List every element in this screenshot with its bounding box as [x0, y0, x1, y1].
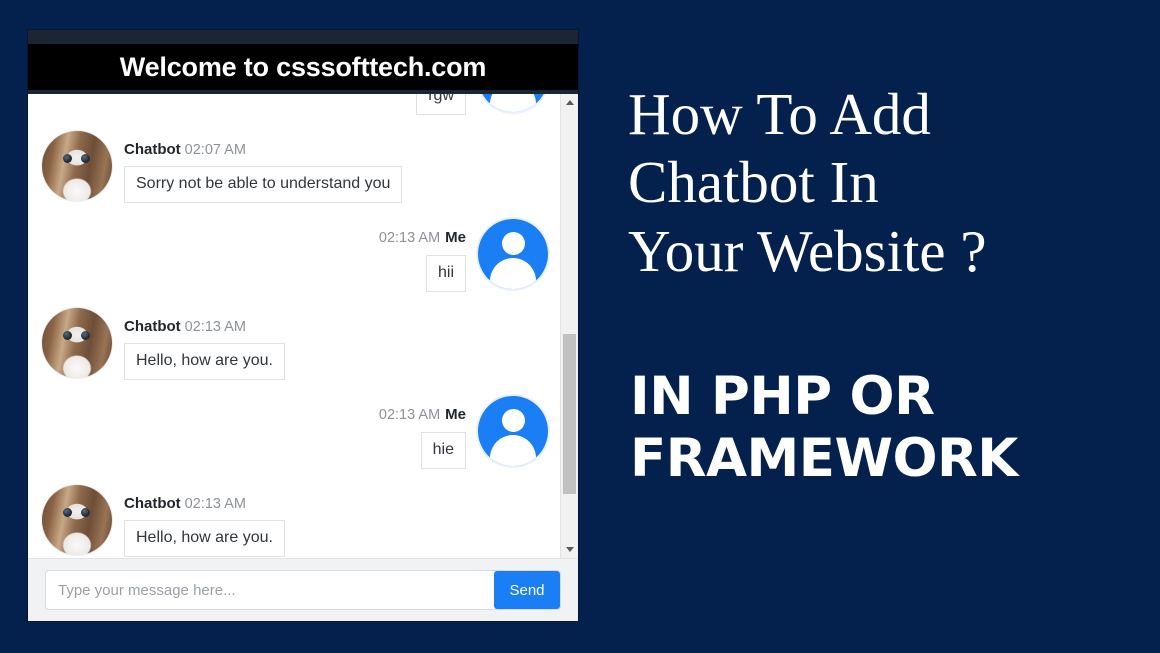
message-meta: Chatbot 02:07 AM [124, 142, 402, 158]
message-bubble: Sorry not be able to understand you [124, 166, 403, 203]
message-row: Chatbot 02:13 AM Hello, how are you. [42, 307, 548, 380]
message-time: 02:13 AM [378, 230, 441, 246]
user-avatar-icon [478, 94, 548, 112]
message-list-scrollbar[interactable] [560, 94, 578, 558]
promo-title-line-1: How To Add [628, 81, 931, 147]
robot-avatar-icon [42, 484, 112, 555]
message-list: rgw Chatbot 02:07 AM Sorry not be able to… [28, 94, 560, 558]
promo-title-line-3: Your Website ? [628, 217, 987, 284]
message-content: Chatbot 02:13 AM Hello, how are you. [124, 308, 285, 380]
chevron-down-icon[interactable] [561, 541, 578, 558]
message-bubble: rgw [416, 94, 466, 115]
message-author: Me [445, 406, 466, 423]
message-row: Chatbot 02:07 AM Sorry not be able to und… [42, 130, 548, 203]
send-button[interactable]: Send [494, 571, 560, 609]
message-time: 02:13 AM [184, 495, 246, 512]
user-avatar-icon [478, 396, 548, 466]
message-content: Chatbot 02:13 AM Hello, how are you. [124, 485, 285, 557]
chat-header-title: Welcome to csssofttech.com [119, 51, 487, 82]
message-meta: Chatbot 02:13 AM [124, 496, 285, 512]
promo-title-line-2: Chatbot In [628, 149, 879, 216]
message-row: rgw [42, 94, 548, 115]
message-row: Chatbot 02:13 AM Hello, how are you. [42, 484, 548, 557]
message-content: 02:13 AM Me hie [379, 396, 466, 469]
message-time: 02:07 AM [184, 141, 246, 158]
message-time: 02:13 AM [184, 318, 246, 335]
message-content: Chatbot 02:07 AM Sorry not be able to und… [124, 131, 403, 203]
message-row: 02:13 AM Me hie [42, 396, 548, 469]
chat-widget: Welcome to csssofttech.com rgw Chatbot 0… [28, 30, 578, 621]
message-content: rgw [416, 94, 466, 115]
promo-subtitle-line-2: FRAMEWORK [630, 428, 1018, 489]
message-author: Chatbot [124, 494, 181, 512]
message-bubble: Hello, how are you. [124, 520, 285, 557]
robot-avatar-icon [42, 307, 112, 378]
message-content: 02:13 AM Me hii [379, 219, 466, 292]
promo-subtitle-line-1: IN PHP OR [630, 366, 935, 427]
message-author: Me [445, 229, 466, 246]
message-input[interactable] [46, 571, 494, 609]
chat-body: rgw Chatbot 02:07 AM Sorry not be able to… [28, 94, 578, 558]
message-bubble: Hello, how are you. [124, 343, 285, 380]
chevron-up-icon[interactable] [561, 94, 578, 111]
message-author: Chatbot [124, 140, 181, 158]
message-meta: 02:13 AM Me [379, 230, 466, 246]
chat-footer: Send [28, 558, 578, 621]
chat-header: Welcome to csssofttech.com [28, 44, 578, 90]
promo-panel: How To Add Chatbot In Your Website ? IN … [628, 0, 1160, 653]
robot-avatar-icon [42, 130, 112, 201]
message-meta: Chatbot 02:13 AM [124, 319, 285, 335]
message-meta: 02:13 AM Me [379, 407, 466, 423]
message-author: Chatbot [124, 317, 181, 335]
message-composer: Send [45, 570, 561, 610]
message-time: 02:13 AM [378, 407, 441, 423]
scrollbar-thumb[interactable] [563, 334, 576, 494]
promo-title: How To Add Chatbot In Your Website ? [628, 80, 1148, 285]
message-row: 02:13 AM Me hii [42, 219, 548, 292]
message-bubble: hie [420, 431, 466, 469]
message-bubble: hii [425, 254, 466, 292]
widget-top-strip [28, 30, 578, 44]
user-avatar-icon [478, 219, 548, 289]
promo-subtitle: IN PHP OR FRAMEWORK [630, 366, 1150, 490]
